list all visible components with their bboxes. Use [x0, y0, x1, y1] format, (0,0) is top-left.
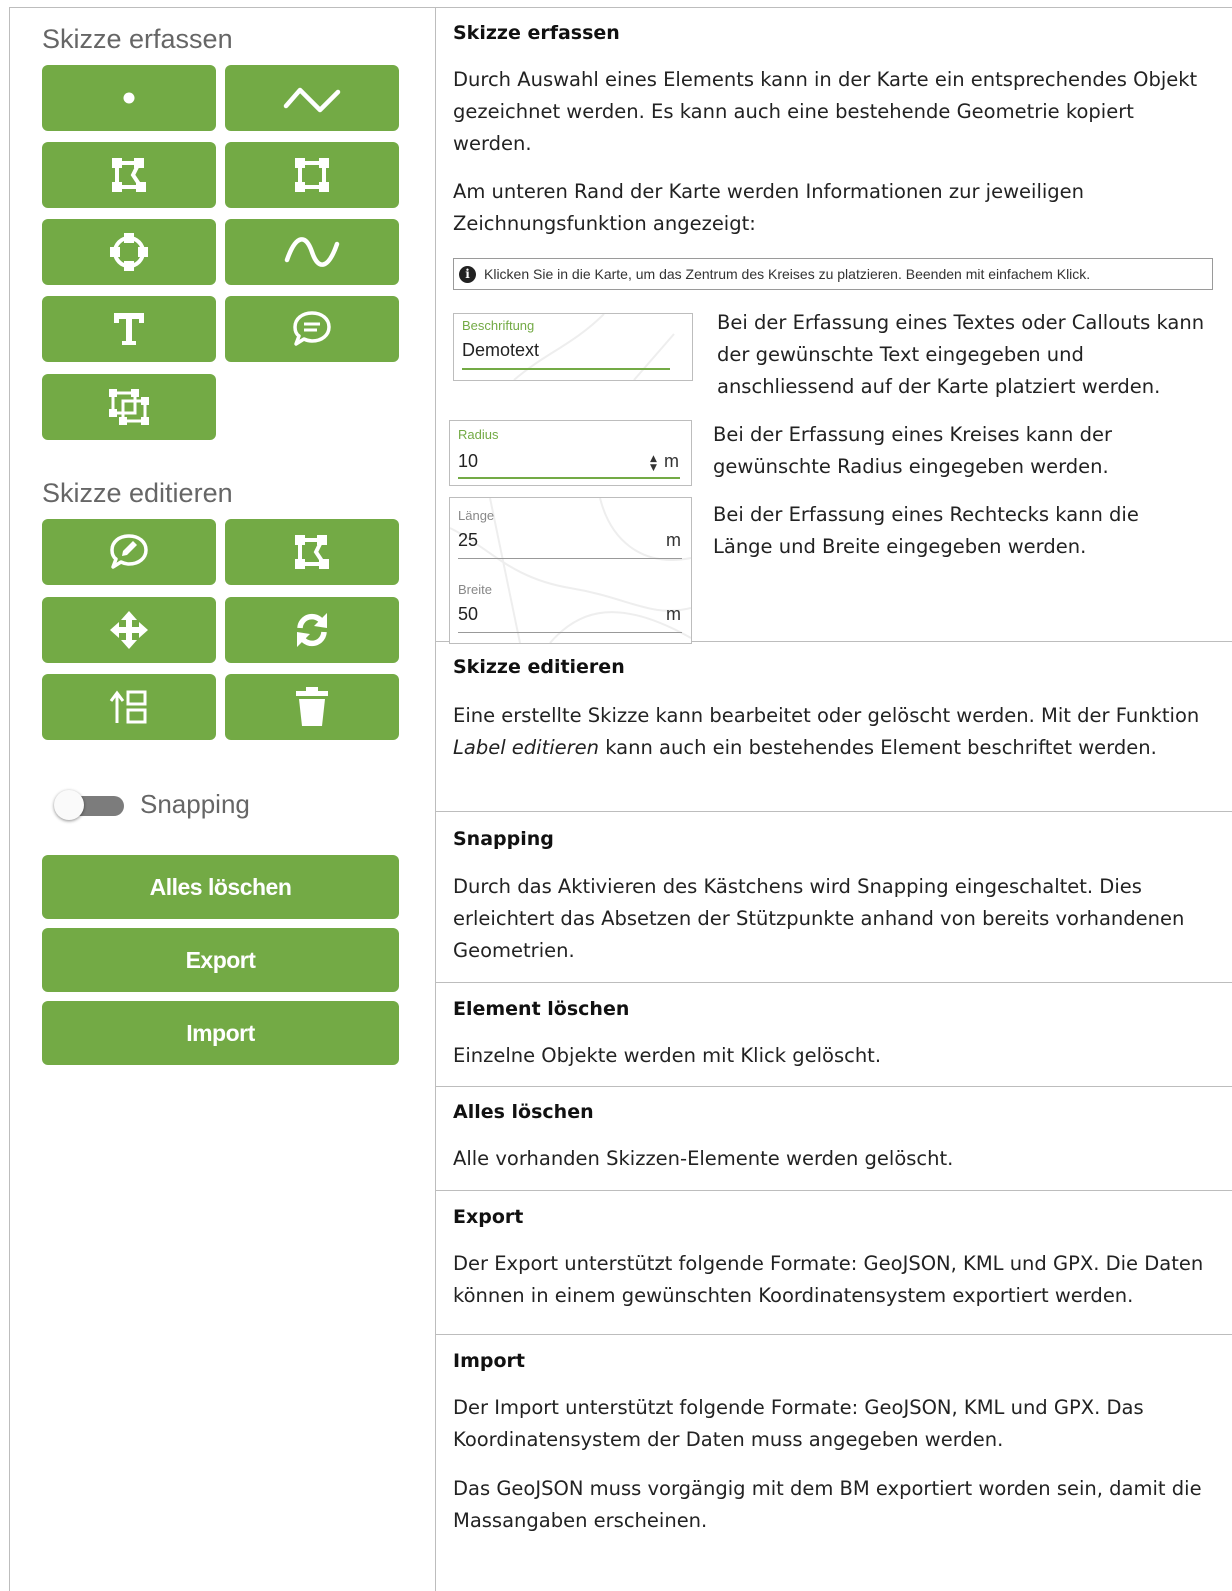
import-paragraph-1: Der Import unterstützt folgende Formate:…: [453, 1396, 1144, 1451]
text-input-example: Beschriftung Demotext: [453, 313, 693, 381]
edit-vertices-icon: [292, 532, 332, 572]
import-button[interactable]: Import: [42, 1001, 399, 1065]
snapping-toggle-knob[interactable]: [54, 790, 84, 820]
row-divider: [435, 1086, 1232, 1087]
export-paragraph: Der Export unterstützt folgende Formate:…: [453, 1252, 1204, 1307]
delete-element-button[interactable]: [225, 674, 399, 740]
sketch-create-title: Skizze erfassen: [42, 24, 233, 54]
radius-input-example: Radius 10 ▲ ▼ m: [449, 420, 692, 486]
rotate-button[interactable]: [225, 597, 399, 663]
text-field-value[interactable]: Demotext: [462, 340, 539, 361]
rectangle-size-example: Länge 25 m Breite 50 m: [449, 497, 692, 644]
point-icon: [122, 91, 136, 105]
callout-icon: [291, 309, 333, 349]
move-button[interactable]: [42, 597, 216, 663]
text-field-description: Bei der Erfassung eines Textes oder Call…: [717, 311, 1205, 398]
edit-label-function-name: Label editieren: [453, 736, 600, 759]
delete-all-paragraph: Alle vorhanden Skizzen-Elemente werden g…: [453, 1147, 954, 1170]
radius-field-unit: m: [664, 451, 679, 471]
table-column-divider: [435, 7, 436, 1591]
copy-geometry-icon: [107, 387, 151, 427]
polyline-icon: [282, 80, 342, 116]
row-divider: [435, 811, 1232, 812]
snapping-paragraph: Durch das Aktivieren des Kästchens wird …: [453, 875, 1185, 962]
length-field-label: Länge: [458, 508, 495, 523]
snapping-label: Snapping: [140, 789, 250, 819]
create-paragraph-1: Durch Auswahl eines Elements kann in der…: [453, 68, 1198, 155]
draw-circle-button[interactable]: [42, 219, 216, 285]
rectangle-size-description: Bei der Erfassung eines Rechtecks kann d…: [713, 503, 1139, 558]
text-field-underline: [462, 368, 670, 370]
row-divider: [435, 1190, 1232, 1191]
length-field-value[interactable]: 25: [458, 530, 478, 551]
width-field-value[interactable]: 50: [458, 604, 478, 625]
radius-field-underline: [458, 477, 680, 479]
width-field-label: Breite: [458, 582, 492, 597]
info-icon: i: [459, 265, 476, 283]
trash-icon: [294, 686, 330, 728]
order-button[interactable]: [42, 674, 216, 740]
edit-paragraph: Eine erstellte Skizze kann bearbeitet od…: [453, 704, 1200, 759]
sketch-panel: Skizze erfassen Skizze editieren Snappin…: [10, 8, 434, 1588]
sketch-edit-title: Skizze editieren: [42, 478, 233, 508]
section-title-delete-element: Element löschen: [453, 998, 630, 1020]
polygon-icon: [109, 155, 149, 195]
width-field-unit: m: [666, 604, 681, 624]
export-button[interactable]: Export: [42, 928, 399, 992]
freehand-icon: [282, 232, 342, 272]
section-title-edit: Skizze editieren: [453, 656, 625, 678]
snapping-toggle[interactable]: [54, 790, 124, 820]
draw-rectangle-button[interactable]: [225, 142, 399, 208]
section-title-export: Export: [453, 1206, 524, 1228]
rotate-icon: [292, 610, 332, 650]
radius-field-label: Radius: [458, 427, 499, 442]
row-divider: [435, 982, 1232, 983]
draw-text-button[interactable]: [42, 296, 216, 362]
import-paragraph-2: Das GeoJSON muss vorgängig mit dem BM ex…: [453, 1477, 1202, 1532]
length-field-underline: [458, 558, 682, 559]
create-paragraph-2: Am unteren Rand der Karte werden Informa…: [453, 180, 1085, 235]
edit-label-button[interactable]: [42, 519, 216, 585]
row-divider: [435, 1334, 1232, 1335]
move-icon: [109, 610, 149, 650]
text-field-label: Beschriftung: [462, 318, 535, 333]
rectangle-icon: [292, 155, 332, 195]
section-title-create: Skizze erfassen: [453, 22, 620, 44]
delete-element-paragraph: Einzelne Objekte werden mit Klick gelösc…: [453, 1044, 882, 1067]
drawing-info-text: Klicken Sie in die Karte, um das Zentrum…: [484, 266, 1091, 282]
draw-freehand-button[interactable]: [225, 219, 399, 285]
section-title-snapping: Snapping: [453, 828, 554, 850]
section-title-import: Import: [453, 1350, 525, 1372]
text-icon: [112, 311, 146, 347]
draw-polygon-button[interactable]: [42, 142, 216, 208]
radius-field-value[interactable]: 10: [458, 451, 478, 472]
radius-field-description: Bei der Erfassung eines Kreises kann der…: [713, 423, 1112, 478]
drawing-info-bar: i Klicken Sie in die Karte, um das Zentr…: [453, 258, 1213, 290]
draw-callout-button[interactable]: [225, 296, 399, 362]
delete-all-button[interactable]: Alles löschen: [42, 855, 399, 919]
section-title-delete-all: Alles löschen: [453, 1101, 594, 1123]
documentation-page: Skizze erfassen Skizze editieren Snappin…: [0, 0, 1232, 1591]
draw-polyline-button[interactable]: [225, 65, 399, 131]
draw-point-button[interactable]: [42, 65, 216, 131]
edit-vertices-button[interactable]: [225, 519, 399, 585]
stepper-icon[interactable]: ▲ ▼: [650, 455, 660, 473]
edit-label-icon: [108, 532, 150, 572]
length-field-unit: m: [666, 530, 681, 550]
circle-icon: [108, 231, 150, 273]
order-icon: [109, 687, 149, 727]
width-field-underline: [458, 632, 682, 633]
copy-geometry-button[interactable]: [42, 374, 216, 440]
